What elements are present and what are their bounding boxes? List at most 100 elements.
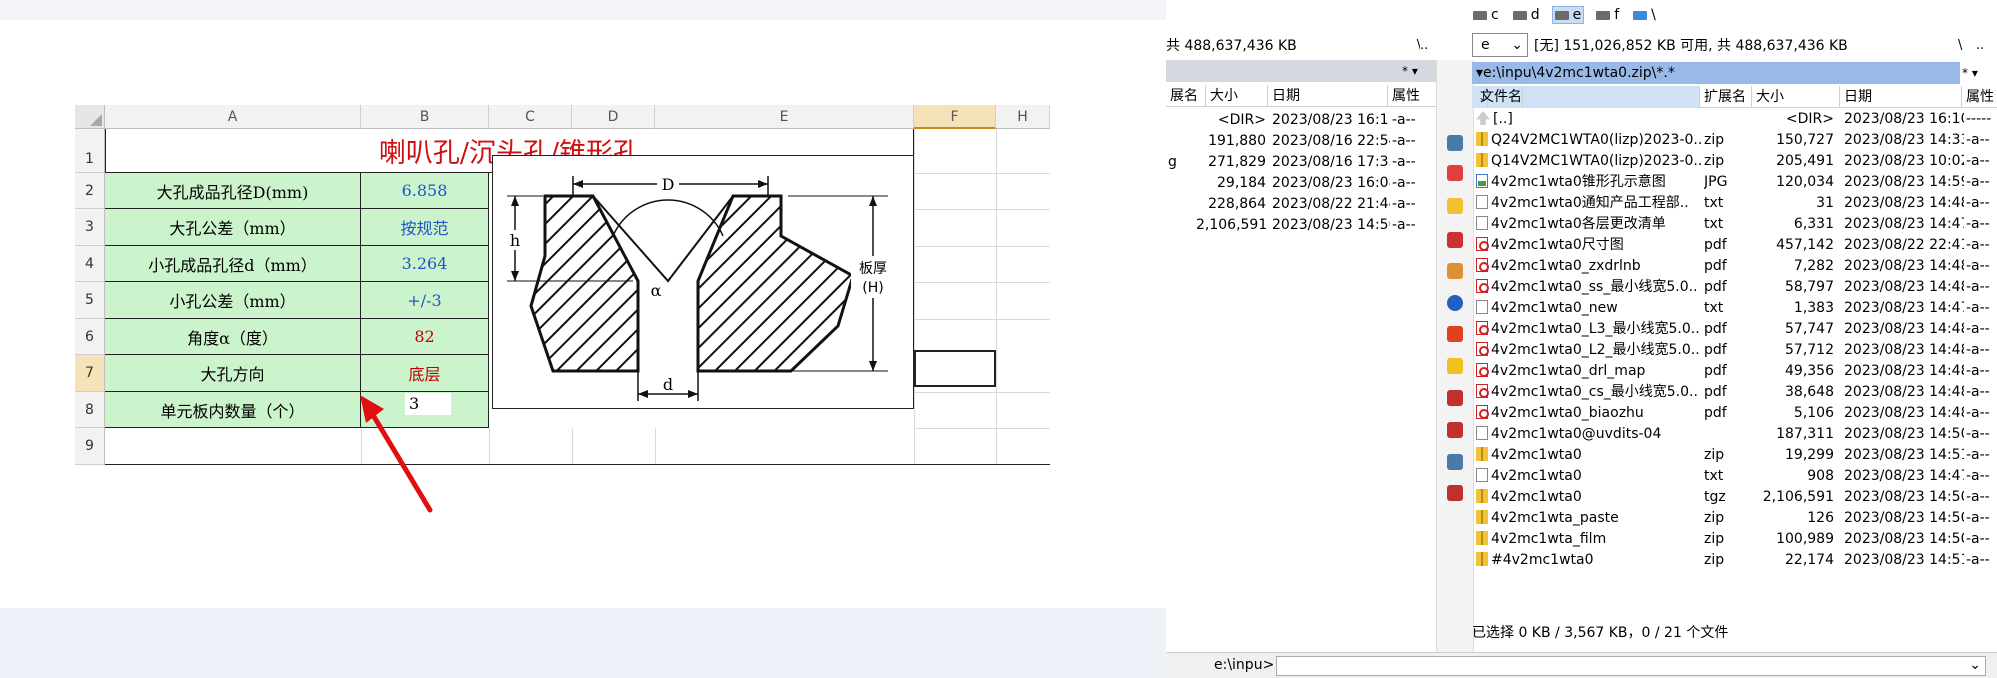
right-up-button[interactable]: ..	[1976, 34, 1992, 58]
col-header-h[interactable]: H	[996, 105, 1050, 129]
col-header-a[interactable]: A	[105, 105, 361, 129]
param-label-small-hole-tolerance[interactable]: 小孔公差（mm）	[105, 282, 361, 319]
param-value-angle[interactable]: 82	[361, 319, 489, 355]
drive-button-d[interactable]: d	[1511, 7, 1542, 23]
row-header-3[interactable]: 3	[75, 209, 105, 246]
file-row[interactable]: 228,864 2023/08/22 21:44 -a--	[1166, 194, 1436, 215]
select-all-corner[interactable]	[75, 105, 105, 129]
row-header-6[interactable]: 6	[75, 319, 105, 355]
file-row[interactable]: 4v2mc1wta0 txt 908 2023/08/23 14:47 -a--	[1472, 466, 1997, 487]
tool-icon-4[interactable]	[1447, 485, 1463, 501]
col-header-c[interactable]: C	[489, 105, 572, 129]
pdf-tool-icon[interactable]	[1447, 165, 1463, 181]
file-row[interactable]: 4v2mc1wta0_biaozhu pdf 5,106 2023/08/23 14:…	[1472, 403, 1997, 424]
file-row[interactable]: 4v2mc1wta0通知产品工程部.. txt 31 2023/08/23 14:48…	[1472, 193, 1997, 214]
col-name[interactable]: 🡓 文件名	[1472, 86, 1700, 108]
network-drive-button[interactable]: \	[1631, 7, 1658, 23]
tool-icon-2[interactable]	[1447, 390, 1463, 406]
tool-icon-3[interactable]	[1447, 422, 1463, 438]
col-header-d[interactable]: D	[572, 105, 655, 129]
file-row[interactable]: 4v2mc1wta0_L2_最小线宽5.0.. pdf 57,712 2023/08/…	[1472, 340, 1997, 361]
param-value-small-hole-diameter[interactable]: 3.264	[361, 246, 489, 282]
row-header-1[interactable]: 1	[75, 129, 105, 173]
col-date[interactable]: 日期	[1840, 86, 1962, 108]
file-date: 2023/08/23 14:51	[1844, 447, 1964, 463]
col-header-e[interactable]: E	[655, 105, 914, 129]
file-row[interactable]: 4v2mc1wta0各层更改清单 txt 6,331 2023/08/23 14:47…	[1472, 214, 1997, 235]
tool-icon[interactable]	[1447, 232, 1463, 248]
col-size[interactable]: 大小	[1752, 86, 1840, 108]
drive-button-f[interactable]: f	[1594, 7, 1621, 23]
param-label-large-hole-diameter[interactable]: 大孔成品孔径D(mm)	[105, 173, 361, 209]
pdf-file-icon	[1476, 258, 1489, 272]
param-label-large-hole-direction[interactable]: 大孔方向	[105, 355, 361, 392]
file-row[interactable]: 4v2mc1wta0尺寸图 pdf 457,142 2023/08/22 22:41-…	[1472, 235, 1997, 256]
image-tool-icon[interactable]	[1447, 263, 1463, 279]
right-path-tab[interactable]: ▾e:\inpu\4v2mc1wta0.zip\*.*	[1472, 62, 1960, 84]
file-row[interactable]: 29,184 2023/08/23 16:08 -a--	[1166, 173, 1436, 194]
info-icon[interactable]	[1447, 295, 1463, 311]
col-size[interactable]: 大小	[1206, 85, 1268, 107]
col-attr[interactable]: 属性	[1388, 85, 1436, 107]
file-row[interactable]: 4v2mc1wta0_cs_最小线宽5.0.. pdf 38,648 2023/08/…	[1472, 382, 1997, 403]
param-label-small-hole-diameter[interactable]: 小孔成品孔径d（mm）	[105, 246, 361, 282]
drive-button-c[interactable]: c	[1471, 7, 1501, 23]
row-header-9[interactable]: 9	[75, 428, 105, 465]
col-header-f[interactable]: F	[914, 105, 996, 129]
file-date: 2023/08/23 16:10	[1844, 111, 1964, 127]
param-value-large-hole-tolerance[interactable]: 按规范	[361, 209, 489, 246]
folder-tool-icon[interactable]	[1447, 198, 1463, 214]
row-header-8[interactable]: 8	[75, 392, 105, 428]
file-attr: -a--	[1392, 217, 1416, 233]
file-row[interactable]: 4v2mc1wta0锥形孔示意图 JPG 120,034 2023/08/23 14:…	[1472, 172, 1997, 193]
selected-cell-f7[interactable]	[914, 350, 996, 387]
network-tool-icon[interactable]	[1447, 135, 1463, 151]
file-row[interactable]: 191,880 2023/08/16 22:54 -a--	[1166, 131, 1436, 152]
file-attr: -a--	[1966, 405, 1990, 421]
file-row[interactable]: Q14V2MC1WTA0(lizp)2023-0.. zip 205,491 2023…	[1472, 151, 1997, 172]
drive-button-e[interactable]: e	[1551, 6, 1585, 24]
file-row[interactable]: Q24V2MC1WTA0(lizp)2023-0.. zip 150,727 2023…	[1472, 130, 1997, 151]
col-ext[interactable]: 展名	[1166, 85, 1206, 107]
param-label-quantity[interactable]: 单元板内数量（个）	[105, 392, 361, 428]
file-row[interactable]: 4v2mc1wta_paste zip 126 2023/08/23 14:50 -a-…	[1472, 508, 1997, 529]
file-row[interactable]: <DIR> 2023/08/23 16:11 -a--	[1166, 110, 1436, 131]
file-row[interactable]: 2,106,591 2023/08/23 14:50 -a--	[1166, 215, 1436, 236]
param-value-large-hole-diameter[interactable]: 6.858	[361, 173, 489, 209]
left-up-button[interactable]: ..	[1420, 34, 1436, 58]
file-size: 6,331	[1793, 216, 1834, 232]
right-history-button[interactable]: * ▾	[1962, 62, 1996, 84]
param-label-angle[interactable]: 角度α（度）	[105, 319, 361, 355]
row-header-5[interactable]: 5	[75, 282, 105, 319]
file-row[interactable]: 4v2mc1wta0_drl_map pdf 49,356 2023/08/23 14…	[1472, 361, 1997, 382]
file-row[interactable]: 4v2mc1wta_film zip 100,989 2023/08/23 14:50…	[1472, 529, 1997, 550]
row-header-2[interactable]: 2	[75, 173, 105, 209]
file-row[interactable]: 4v2mc1wta0_L3_最小线宽5.0.. pdf 57,747 2023/08/…	[1472, 319, 1997, 340]
warning-icon[interactable]	[1447, 358, 1463, 374]
param-value-large-hole-direction[interactable]: 底层	[361, 355, 489, 392]
network-tool-icon-2[interactable]	[1447, 454, 1463, 470]
file-row[interactable]: #4v2mc1wta0 zip 22,174 2023/08/23 14:51 -a--	[1472, 550, 1997, 571]
command-input[interactable]: ⌄	[1276, 656, 1986, 676]
right-root-button[interactable]: \	[1958, 34, 1972, 58]
right-drive-select[interactable]: e ⌄	[1472, 33, 1528, 57]
param-label-large-hole-tolerance[interactable]: 大孔公差（mm）	[105, 209, 361, 246]
file-row[interactable]: 4v2mc1wta0_ss_最小线宽5.0.. pdf 58,797 2023/08/…	[1472, 277, 1997, 298]
param-value-small-hole-tolerance[interactable]: +/-3	[361, 282, 489, 319]
row-header-4[interactable]: 4	[75, 246, 105, 282]
col-date[interactable]: 日期	[1268, 85, 1388, 107]
file-row[interactable]: 4v2mc1wta0_new txt 1,383 2023/08/23 14:47 -a…	[1472, 298, 1997, 319]
file-row[interactable]: g 271,829 2023/08/16 17:33 -a--	[1166, 152, 1436, 173]
col-ext[interactable]: 扩展名	[1700, 86, 1752, 108]
col-header-b[interactable]: B	[361, 105, 489, 129]
file-row[interactable]: 4v2mc1wta0@uvdits-04 187,311 2023/08/23 14…	[1472, 424, 1997, 445]
file-row[interactable]: 4v2mc1wta0 tgz 2,106,591 2023/08/23 14:50 -a…	[1472, 487, 1997, 508]
file-name: 4v2mc1wta0_ss_最小线宽5.0..	[1491, 279, 1698, 295]
left-history-button[interactable]: * ▾	[1402, 60, 1436, 82]
row-header-7[interactable]: 7	[75, 355, 105, 392]
file-row[interactable]: [..] <DIR> 2023/08/23 16:10 -----	[1472, 109, 1997, 130]
file-row[interactable]: 4v2mc1wta0 zip 19,299 2023/08/23 14:51 -a--	[1472, 445, 1997, 466]
shield-icon[interactable]	[1447, 326, 1463, 342]
col-attr[interactable]: 属性	[1962, 86, 1997, 108]
file-row[interactable]: 4v2mc1wta0_zxdrlnb pdf 7,282 2023/08/23 14:…	[1472, 256, 1997, 277]
